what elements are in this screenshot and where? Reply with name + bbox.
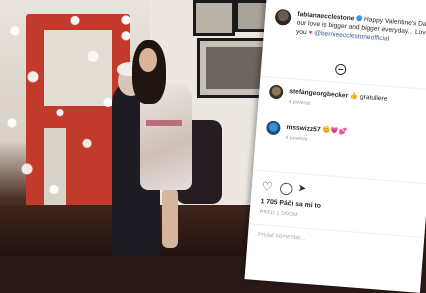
comment-text: 👍 gratuliere xyxy=(349,92,388,103)
post-caption: fabianaecclestone Happy Valentine's Day … xyxy=(296,10,426,47)
instagram-comments-panel: fabianaecclestone Happy Valentine's Day … xyxy=(244,0,426,293)
comment-item: msswizz57 😊💗💕 4 povezat xyxy=(265,120,426,143)
like-heart-icon[interactable]: ♡ xyxy=(261,179,273,194)
divider xyxy=(260,75,426,91)
comment-text: 😊💗💕 xyxy=(322,126,348,136)
post-photo[interactable] xyxy=(0,0,285,256)
comment-timestamp: 4 povezat xyxy=(288,98,311,107)
add-comment-input[interactable]: Pridať komentár... xyxy=(258,232,306,242)
share-send-icon[interactable]: ➤ xyxy=(297,183,306,196)
photo-wall-frame xyxy=(193,0,235,36)
comment-username[interactable]: msswizz57 xyxy=(286,124,321,134)
more-comments-icon[interactable] xyxy=(334,63,347,76)
avatar[interactable] xyxy=(268,84,284,100)
post-caption-row: fabianaecclestone Happy Valentine's Day … xyxy=(274,8,426,42)
likes-count[interactable]: 1 705 Páči sa mi to xyxy=(260,198,321,210)
avatar[interactable] xyxy=(274,8,292,26)
post-date: PRED 1 DŇOM xyxy=(259,209,298,219)
avatar[interactable] xyxy=(265,120,281,136)
comment-bubble-icon[interactable]: ◯ xyxy=(279,181,293,196)
verified-badge-icon xyxy=(356,15,363,22)
comment-timestamp: 4 povezat xyxy=(285,134,308,143)
heart-emoji-icon: ♥ xyxy=(308,29,313,37)
photo-woman-face xyxy=(139,48,157,72)
photo-woman-legs xyxy=(162,188,178,248)
